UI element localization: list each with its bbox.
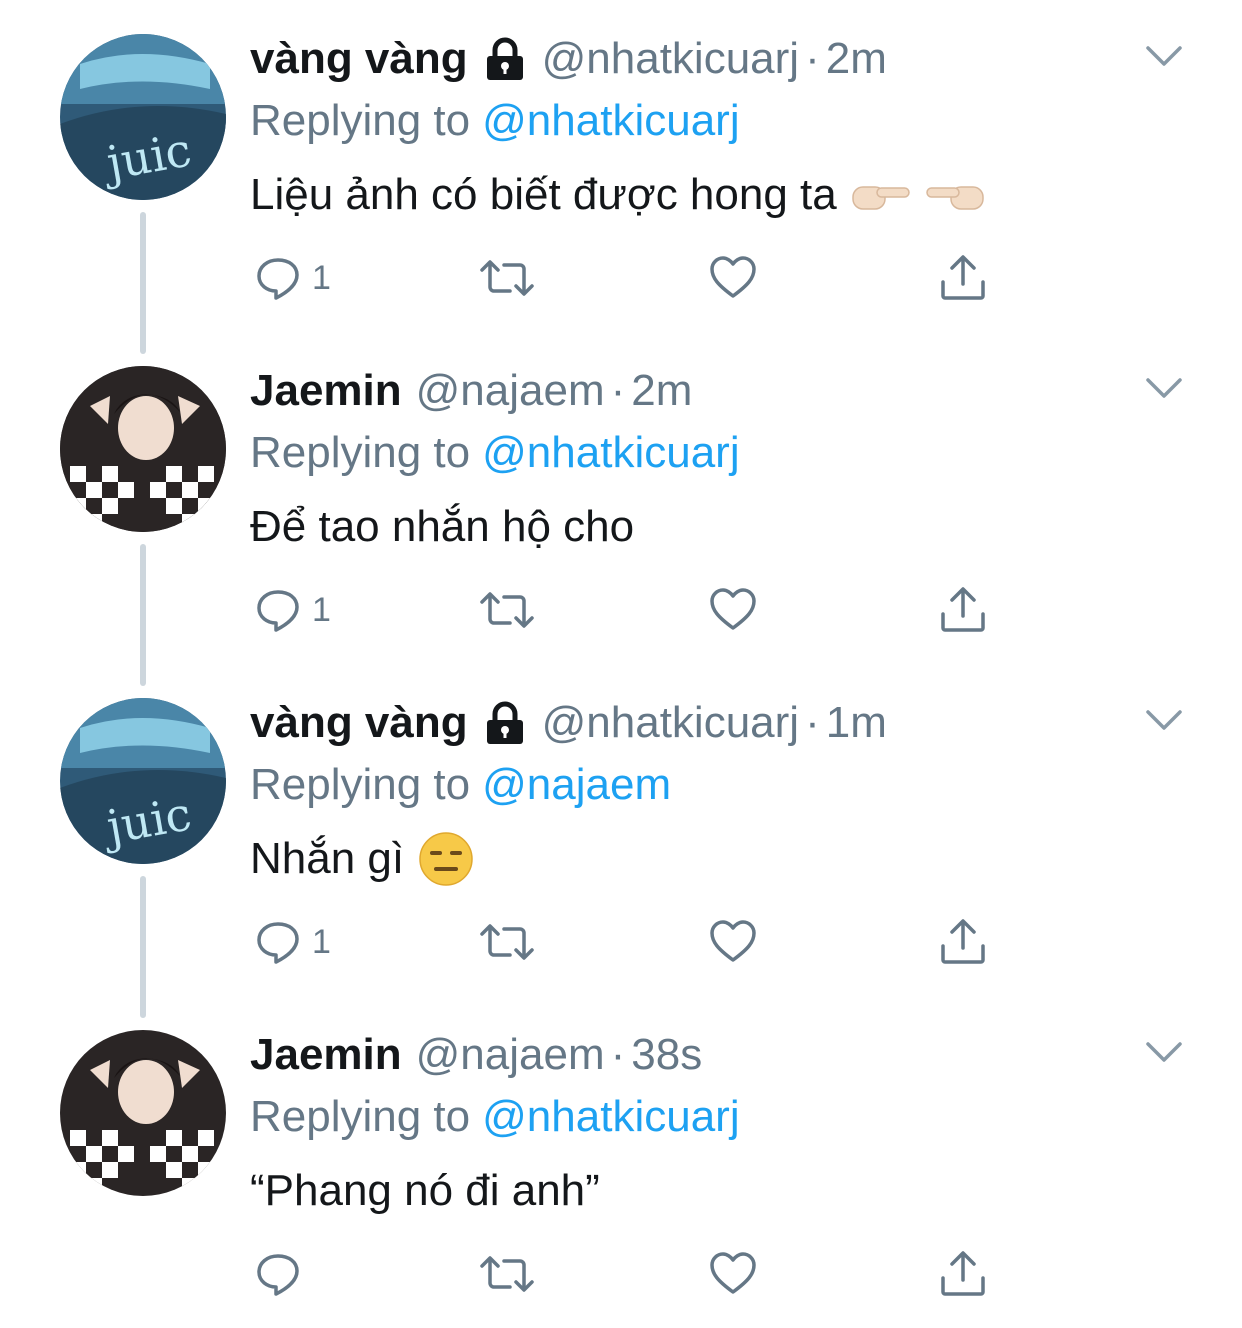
lock-icon: [486, 701, 523, 744]
reply-button[interactable]: 1: [254, 248, 331, 308]
retweet-button[interactable]: [478, 1244, 536, 1304]
tweet[interactable]: Jaemin @najaem · 2m Replying to @nhatkic…: [0, 332, 1242, 686]
retweet-icon: [480, 260, 534, 296]
replying-to-handle[interactable]: @najaem: [482, 760, 671, 810]
expressionless-face-emoji: [419, 832, 473, 886]
share-icon: [941, 919, 985, 964]
share-button[interactable]: [938, 1244, 988, 1304]
tweet-text: Để tao nhắn hộ cho: [250, 492, 634, 562]
tweet-header: vàng vàng @nhatkicuarj · 1m: [250, 694, 887, 752]
avatar[interactable]: [60, 366, 226, 532]
reply-count: 1: [312, 258, 331, 297]
retweet-icon: [480, 924, 534, 960]
tweet[interactable]: juic vàng vàng @nhatkicuarj · 1m Replyin…: [0, 664, 1242, 1018]
tweet-text: “Phang nó đi anh”: [250, 1156, 600, 1226]
separator-dot: ·: [805, 698, 820, 747]
tweet-text-content: “Phang nó đi anh”: [250, 1166, 600, 1215]
tweet-text: Nhắn gì: [250, 824, 474, 894]
share-button[interactable]: [938, 912, 988, 972]
separator-dot: ·: [610, 1030, 626, 1079]
pointing-right-emoji: [851, 186, 910, 210]
tweet-text-content: Liệu ảnh có biết được hong ta: [250, 170, 837, 219]
replying-to: Replying to @nhatkicuarj: [250, 1088, 740, 1146]
avatar[interactable]: juic: [60, 34, 226, 200]
share-icon: [941, 587, 985, 632]
heart-icon: [710, 256, 756, 298]
like-button[interactable]: [708, 912, 758, 972]
share-icon: [941, 1251, 985, 1296]
retweet-button[interactable]: [478, 912, 536, 972]
timestamp[interactable]: 38s: [631, 1030, 702, 1080]
reply-icon: [257, 590, 299, 632]
chevron-down-icon[interactable]: [1144, 1038, 1184, 1066]
reply-button[interactable]: [254, 1244, 312, 1304]
separator-dot: ·: [805, 34, 820, 83]
tweet-actions: [250, 1244, 1010, 1304]
replying-to-handle[interactable]: @nhatkicuarj: [482, 96, 739, 146]
handle[interactable]: @najaem: [416, 366, 605, 416]
separator-dot: ·: [610, 366, 626, 415]
reply-icon: [257, 922, 299, 964]
tweet-actions: 1: [250, 248, 1010, 308]
tweet-header: Jaemin @najaem · 38s: [250, 1026, 702, 1084]
replying-to: Replying to @nhatkicuarj: [250, 92, 740, 150]
tweet[interactable]: juic vàng vàng @nhatkicuarj · 2m Replyin…: [0, 0, 1242, 354]
heart-icon: [710, 920, 756, 962]
heart-icon: [710, 1252, 756, 1294]
lock-icon: [486, 37, 523, 80]
reply-button[interactable]: 1: [254, 912, 331, 972]
replying-to-label: Replying to: [250, 1092, 471, 1141]
reply-icon: [257, 258, 299, 300]
tweet-header: Jaemin @najaem · 2m: [250, 362, 692, 420]
share-icon: [941, 255, 985, 300]
replying-to-label: Replying to: [250, 760, 471, 809]
handle[interactable]: @nhatkicuarj: [542, 698, 799, 748]
share-button[interactable]: [938, 248, 988, 308]
display-name[interactable]: vàng vàng: [250, 698, 468, 748]
reply-icon: [257, 1254, 299, 1296]
retweet-button[interactable]: [478, 248, 536, 308]
pointing-left-emoji: [925, 186, 984, 210]
like-button[interactable]: [708, 248, 758, 308]
heart-icon: [710, 588, 756, 630]
tweet-header: vàng vàng @nhatkicuarj · 2m: [250, 30, 887, 88]
replying-to: Replying to @nhatkicuarj: [250, 424, 740, 482]
tweet-text-content: Để tao nhắn hộ cho: [250, 502, 635, 551]
reply-count: 1: [312, 922, 331, 961]
tweet[interactable]: Jaemin @najaem · 38s Replying to @nhatki…: [0, 996, 1242, 1328]
handle[interactable]: @najaem: [416, 1030, 605, 1080]
chevron-down-icon[interactable]: [1144, 42, 1184, 70]
handle[interactable]: @nhatkicuarj: [542, 34, 799, 84]
display-name[interactable]: Jaemin: [250, 366, 402, 416]
timestamp[interactable]: 1m: [826, 698, 887, 748]
reply-count: 1: [312, 590, 331, 629]
chevron-down-icon[interactable]: [1144, 706, 1184, 734]
tweet-text: Liệu ảnh có biết được hong ta: [250, 160, 985, 230]
like-button[interactable]: [708, 580, 758, 640]
display-name[interactable]: vàng vàng: [250, 34, 468, 84]
tweet-actions: 1: [250, 580, 1010, 640]
replying-to: Replying to @najaem: [250, 756, 671, 814]
chevron-down-icon[interactable]: [1144, 374, 1184, 402]
retweet-icon: [480, 1256, 534, 1292]
retweet-icon: [480, 592, 534, 628]
tweet-text-content: Nhắn gì: [250, 834, 405, 883]
share-button[interactable]: [938, 580, 988, 640]
avatar[interactable]: juic: [60, 698, 226, 864]
replying-to-handle[interactable]: @nhatkicuarj: [482, 1092, 739, 1142]
avatar[interactable]: [60, 1030, 226, 1196]
replying-to-handle[interactable]: @nhatkicuarj: [482, 428, 739, 478]
retweet-button[interactable]: [478, 580, 536, 640]
like-button[interactable]: [708, 1244, 758, 1304]
tweet-actions: 1: [250, 912, 1010, 972]
timestamp[interactable]: 2m: [631, 366, 692, 416]
display-name[interactable]: Jaemin: [250, 1030, 402, 1080]
replying-to-label: Replying to: [250, 428, 471, 477]
reply-button[interactable]: 1: [254, 580, 331, 640]
reply-thread: juic vàng vàng @nhatkicuarj · 2m Replyin…: [0, 0, 1242, 1327]
timestamp[interactable]: 2m: [826, 34, 887, 84]
replying-to-label: Replying to: [250, 96, 471, 145]
